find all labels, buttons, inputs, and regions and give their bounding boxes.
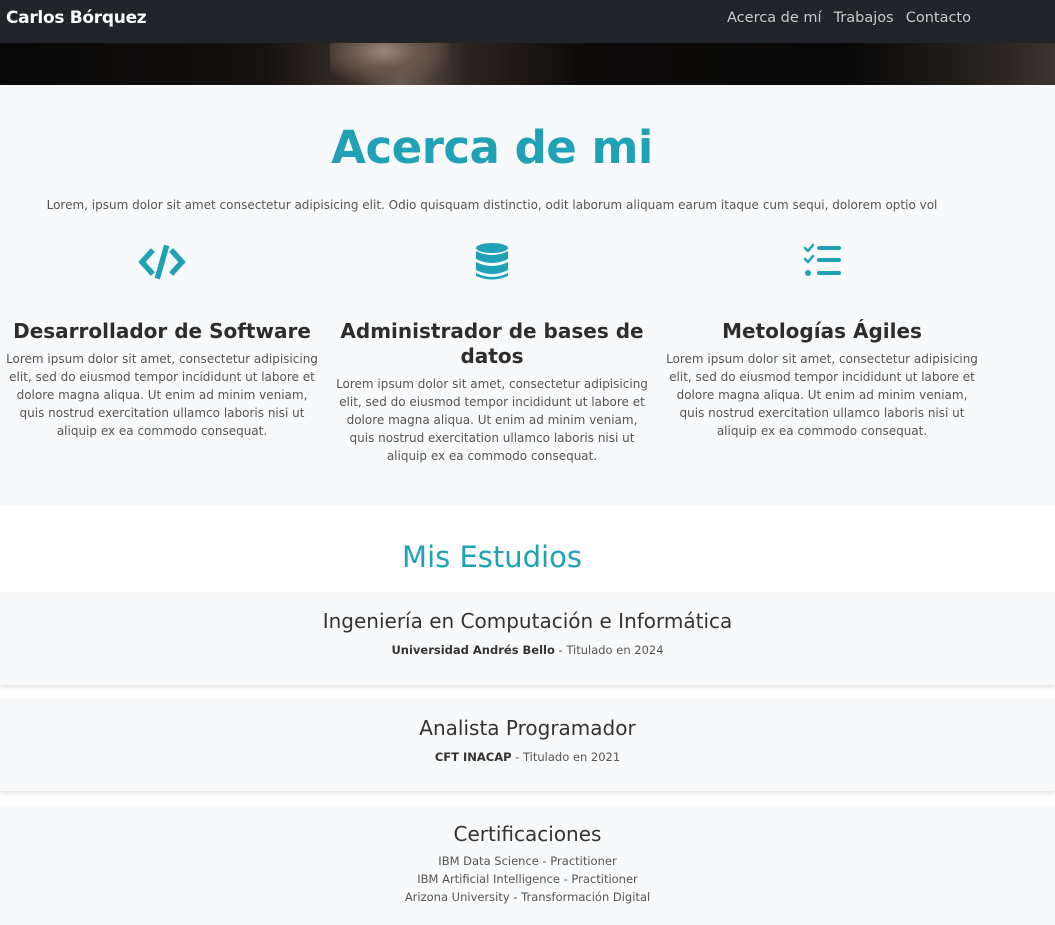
code-icon <box>138 244 186 280</box>
about-column-text: Lorem ipsum dolor sit amet, consectetur … <box>6 352 318 438</box>
certification-item: IBM Data Science - Practitioner <box>438 854 617 868</box>
about-column-software: Desarrollador de Software Lorem ipsum do… <box>4 243 320 440</box>
list-check-icon <box>803 243 841 276</box>
database-icon <box>476 243 508 280</box>
study-institution: Universidad Andrés Bello <box>391 643 555 657</box>
study-detail: Universidad Andrés Bello - Titulado en 2… <box>0 643 1055 657</box>
about-column-title: Metologías Ágiles <box>722 319 922 343</box>
study-institution: CFT INACAP <box>434 750 512 764</box>
study-detail: CFT INACAP - Titulado en 2021 <box>0 750 1055 764</box>
certifications-list: IBM Data Science - Practitioner IBM Arti… <box>0 852 1055 906</box>
hero-image-detail <box>330 43 450 85</box>
nav-link-contact[interactable]: Contacto <box>906 10 971 26</box>
top-navbar: Carlos Bórquez Acerca de mí Trabajos Con… <box>0 0 1055 43</box>
hero-image <box>0 43 1055 85</box>
about-intro: Lorem, ipsum dolor sit amet consectetur … <box>46 198 938 212</box>
study-status: - Titulado en 2021 <box>511 750 621 764</box>
study-card: Analista Programador CFT INACAP - Titula… <box>0 699 1055 791</box>
study-card: Ingeniería en Computación e Informática … <box>0 593 1055 685</box>
certification-item: Arizona University - Transformación Digi… <box>404 890 651 904</box>
nav-links: Acerca de mí Trabajos Contacto <box>727 10 971 26</box>
studies-title: Mis Estudios <box>402 540 582 574</box>
certifications-card: Certificaciones IBM Data Science - Pract… <box>0 806 1055 925</box>
study-name: Ingeniería en Computación e Informática <box>322 609 733 633</box>
study-status: - Titulado en 2024 <box>554 643 664 657</box>
about-column-title: Desarrollador de Software <box>13 319 311 343</box>
certification-item: IBM Artificial Intelligence - Practition… <box>417 872 638 886</box>
certifications-title: Certificaciones <box>453 822 602 846</box>
nav-link-works[interactable]: Trabajos <box>834 10 894 26</box>
about-column-text: Lorem ipsum dolor sit amet, consectetur … <box>666 352 978 438</box>
about-title: Acerca de mi <box>331 121 653 174</box>
about-column-databases: Administrador de bases de datos Lorem ip… <box>334 243 650 465</box>
about-section: Acerca de mi Lorem, ipsum dolor sit amet… <box>0 85 1055 505</box>
brand-name[interactable]: Carlos Bórquez <box>6 8 147 28</box>
study-name: Analista Programador <box>419 716 636 740</box>
nav-link-about[interactable]: Acerca de mí <box>727 10 822 26</box>
about-column-title: Administrador de bases de datos <box>340 319 644 368</box>
about-column-text: Lorem ipsum dolor sit amet, consectetur … <box>336 377 648 463</box>
about-column-agile: Metologías Ágiles Lorem ipsum dolor sit … <box>664 243 980 440</box>
